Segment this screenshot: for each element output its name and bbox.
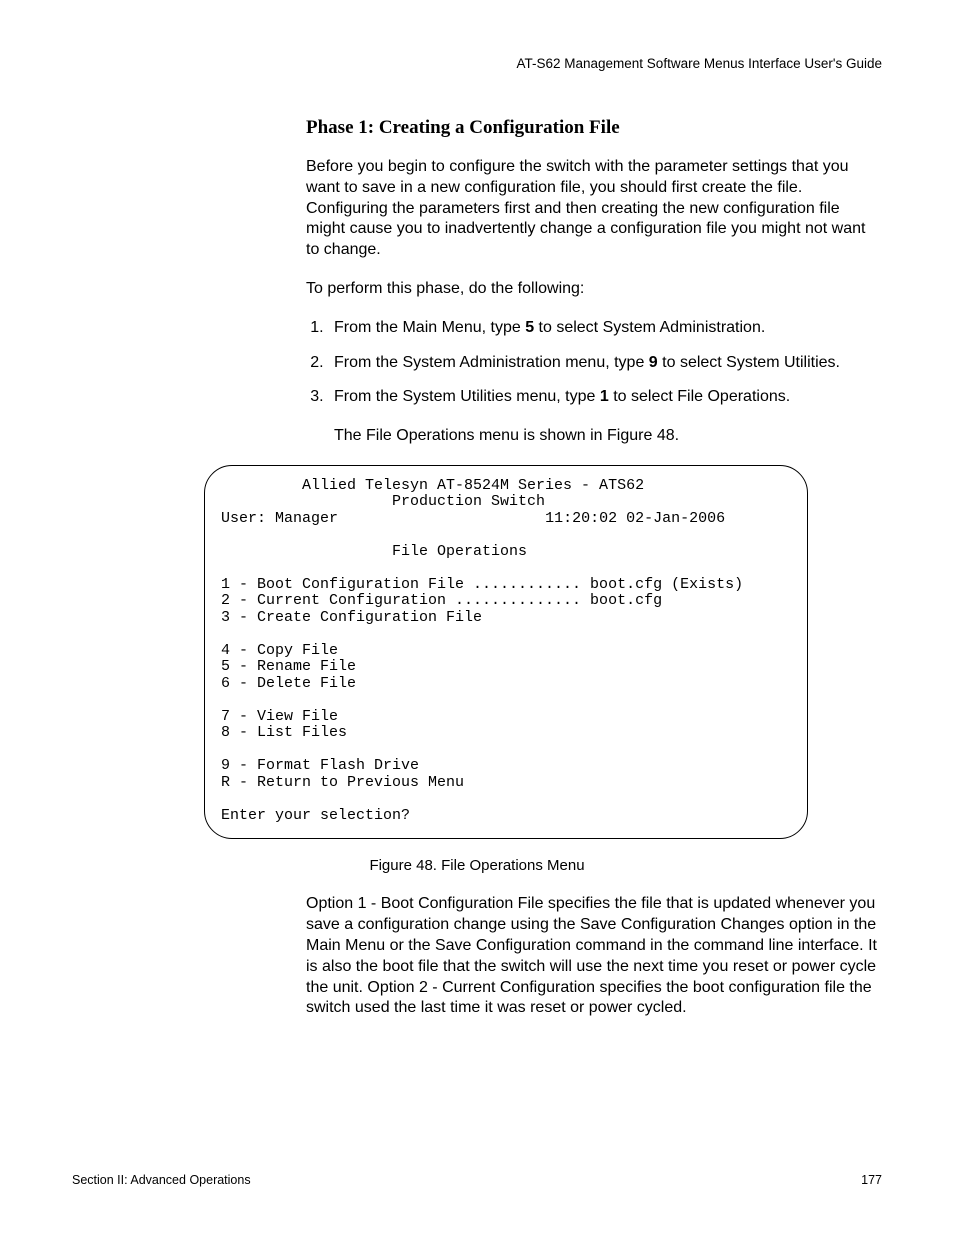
step-2-key: 9 bbox=[649, 354, 658, 371]
lead-in-paragraph: To perform this phase, do the following: bbox=[306, 279, 878, 300]
term-opt-6: 6 - Delete File bbox=[221, 676, 791, 693]
term-line-title1: Allied Telesyn AT-8524M Series - ATS62 bbox=[221, 478, 791, 495]
term-blank-2 bbox=[221, 560, 791, 577]
intro-paragraph: Before you begin to configure the switch… bbox=[306, 157, 878, 261]
footer-page-number: 177 bbox=[861, 1173, 882, 1187]
figure-caption: Figure 48. File Operations Menu bbox=[72, 857, 882, 874]
term-blank-1 bbox=[221, 527, 791, 544]
term-opt-2: 2 - Current Configuration ..............… bbox=[221, 593, 791, 610]
phase-heading: Phase 1: Creating a Configuration File bbox=[306, 117, 878, 139]
terminal-figure: Allied Telesyn AT-8524M Series - ATS62 P… bbox=[204, 465, 808, 840]
body-content: Phase 1: Creating a Configuration File B… bbox=[306, 117, 878, 447]
steps-list: From the Main Menu, type 5 to select Sys… bbox=[306, 318, 878, 408]
term-blank-3 bbox=[221, 626, 791, 643]
explanation-paragraph: Option 1 - Boot Configuration File speci… bbox=[306, 894, 878, 1019]
body-content-2: Option 1 - Boot Configuration File speci… bbox=[306, 894, 878, 1019]
term-opt-r: R - Return to Previous Menu bbox=[221, 775, 791, 792]
term-opt-1: 1 - Boot Configuration File ............… bbox=[221, 577, 791, 594]
term-opt-8: 8 - List Files bbox=[221, 725, 791, 742]
term-user-right: 11:20:02 02-Jan-2006 bbox=[545, 510, 725, 527]
term-blank-5 bbox=[221, 742, 791, 759]
running-header: AT-S62 Management Software Menus Interfa… bbox=[72, 56, 882, 71]
term-opt-5: 5 - Rename File bbox=[221, 659, 791, 676]
step-1-key: 5 bbox=[525, 319, 534, 336]
term-line-subtitle: File Operations bbox=[221, 544, 791, 561]
step-2-text-a: From the System Administration menu, typ… bbox=[334, 354, 649, 371]
step-2-text-c: to select System Utilities. bbox=[658, 354, 840, 371]
step-1-text-c: to select System Administration. bbox=[534, 319, 765, 336]
step-3-key: 1 bbox=[600, 388, 609, 405]
figure-reference-note: The File Operations menu is shown in Fig… bbox=[334, 426, 878, 447]
term-blank-6 bbox=[221, 791, 791, 808]
terminal-box: Allied Telesyn AT-8524M Series - ATS62 P… bbox=[204, 465, 808, 840]
step-2: From the System Administration menu, typ… bbox=[328, 353, 878, 374]
term-blank-4 bbox=[221, 692, 791, 709]
footer-section-label: Section II: Advanced Operations bbox=[72, 1173, 251, 1187]
term-line-title2: Production Switch bbox=[221, 494, 791, 511]
page: AT-S62 Management Software Menus Interfa… bbox=[0, 0, 954, 1235]
step-3-text-c: to select File Operations. bbox=[609, 388, 790, 405]
term-opt-3: 3 - Create Configuration File bbox=[221, 610, 791, 627]
step-1: From the Main Menu, type 5 to select Sys… bbox=[328, 318, 878, 339]
term-opt-7: 7 - View File bbox=[221, 709, 791, 726]
term-prompt: Enter your selection? bbox=[221, 808, 791, 825]
term-opt-4: 4 - Copy File bbox=[221, 643, 791, 660]
term-user-left: User: Manager bbox=[221, 510, 338, 527]
page-footer: Section II: Advanced Operations 177 bbox=[72, 1173, 882, 1187]
step-3-text-a: From the System Utilities menu, type bbox=[334, 388, 600, 405]
step-1-text-a: From the Main Menu, type bbox=[334, 319, 525, 336]
term-opt-9: 9 - Format Flash Drive bbox=[221, 758, 791, 775]
term-line-user: User: Manager 11:20:02 02-Jan-2006 bbox=[221, 511, 791, 528]
step-3: From the System Utilities menu, type 1 t… bbox=[328, 387, 878, 408]
